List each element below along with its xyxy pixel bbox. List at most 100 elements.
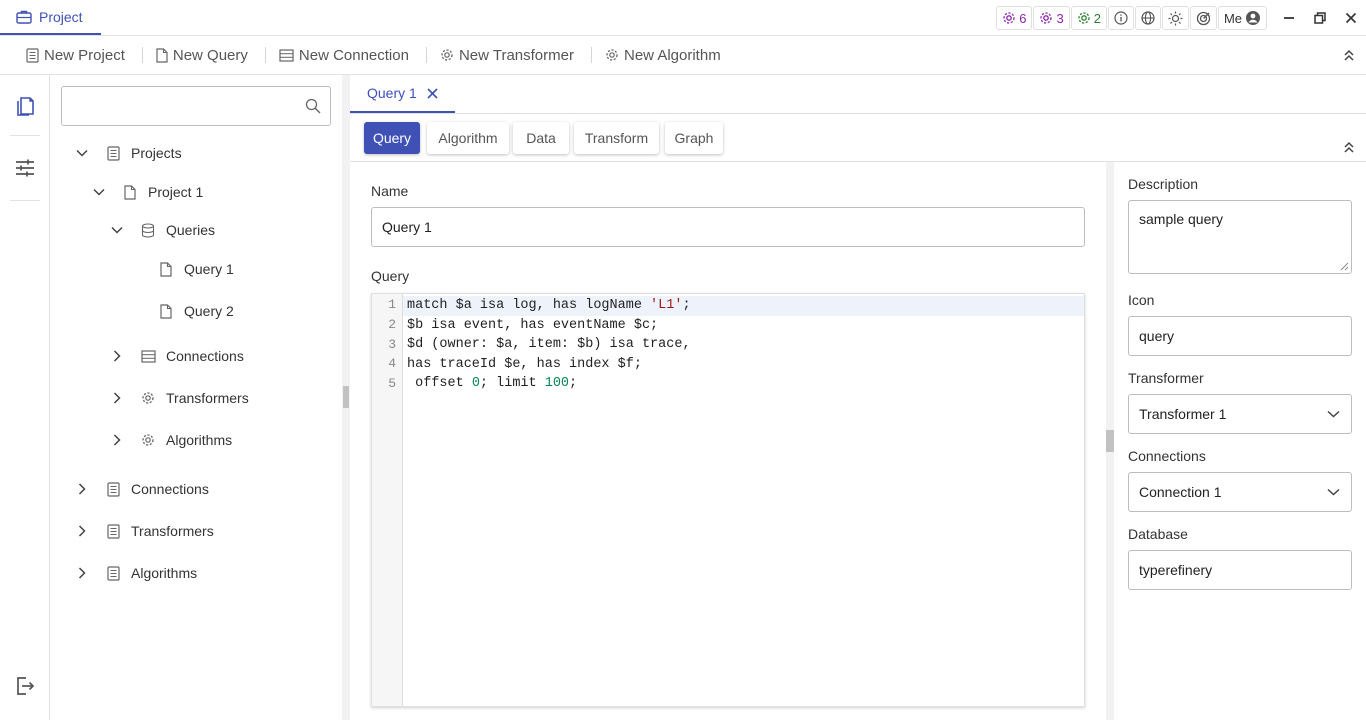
briefcase-icon bbox=[16, 10, 32, 24]
new-algorithm-button[interactable]: New Algorithm bbox=[601, 47, 729, 64]
name-field[interactable]: Query 1 bbox=[371, 207, 1085, 247]
database-field[interactable]: typerefinery bbox=[1128, 550, 1352, 590]
file-icon bbox=[158, 303, 174, 319]
collapse-toolbar-button[interactable] bbox=[1343, 48, 1355, 62]
minimize-button[interactable] bbox=[1273, 5, 1304, 31]
subtab-transform[interactable]: Transform bbox=[574, 122, 659, 154]
tree-item-queries[interactable]: Queries bbox=[106, 216, 215, 244]
status-chip-2[interactable]: 3 bbox=[1033, 6, 1070, 30]
subtab-algorithm[interactable]: Algorithm bbox=[427, 122, 509, 154]
tree-item-label: Algorithms bbox=[131, 565, 198, 581]
query-label: Query bbox=[371, 268, 410, 284]
tree-item-algorithms[interactable]: Algorithms bbox=[71, 559, 197, 587]
close-tab-icon[interactable] bbox=[427, 87, 438, 99]
tree-splitter[interactable] bbox=[342, 75, 350, 720]
tree-item-label: Transformers bbox=[131, 523, 214, 539]
resize-handle-icon[interactable] bbox=[1340, 262, 1349, 271]
language-button[interactable] bbox=[1134, 6, 1161, 30]
document-list-icon bbox=[105, 481, 121, 497]
chevron-right-icon[interactable] bbox=[71, 520, 93, 542]
search-icon[interactable] bbox=[305, 98, 321, 114]
new-transformer-button[interactable]: New Transformer bbox=[436, 47, 582, 64]
gear-icon bbox=[1002, 11, 1016, 25]
name-label: Name bbox=[371, 183, 409, 199]
tree-item-query-1[interactable]: Query 1 bbox=[158, 255, 234, 283]
tree-item-label: Connections bbox=[166, 348, 244, 364]
new-query-button[interactable]: New Query bbox=[152, 47, 256, 64]
status-chip-1[interactable]: 6 bbox=[996, 6, 1033, 30]
settings-button[interactable] bbox=[12, 155, 38, 181]
theme-button[interactable] bbox=[1161, 6, 1189, 30]
restore-button[interactable] bbox=[1304, 5, 1335, 31]
splitter-grip[interactable] bbox=[1106, 430, 1114, 452]
chevron-down-icon[interactable] bbox=[71, 142, 93, 164]
logout-button[interactable] bbox=[12, 673, 38, 699]
close-window-button[interactable] bbox=[1335, 5, 1366, 31]
code-line[interactable]: $d (owner: $a, item: $b) isa trace, bbox=[403, 335, 1084, 355]
icon-field[interactable]: query bbox=[1128, 316, 1352, 356]
tree-item-project-1[interactable]: Project 1 bbox=[88, 178, 203, 206]
gear-icon bbox=[140, 390, 156, 406]
document-list-icon bbox=[105, 565, 121, 581]
tree-item-connections[interactable]: Connections bbox=[71, 475, 209, 503]
new-project-button[interactable]: New Project bbox=[22, 47, 133, 64]
transformer-select[interactable]: Transformer 1 bbox=[1128, 394, 1352, 434]
user-menu-button[interactable]: Me bbox=[1217, 6, 1267, 30]
explorer-button[interactable] bbox=[12, 92, 38, 118]
new-connection-label: New Connection bbox=[298, 46, 409, 64]
subtab-label: Algorithm bbox=[438, 130, 498, 146]
tree-item-project-algorithms[interactable]: Algorithms bbox=[106, 426, 232, 454]
tree-item-projects[interactable]: Projects bbox=[71, 139, 182, 167]
status-chip-3[interactable]: 2 bbox=[1070, 6, 1107, 30]
gear-icon bbox=[605, 48, 619, 62]
gear-icon bbox=[1077, 11, 1091, 25]
toolbar-divider bbox=[425, 47, 427, 63]
chevron-right-icon[interactable] bbox=[71, 562, 93, 584]
tree-item-query-2[interactable]: Query 2 bbox=[158, 297, 234, 325]
chevron-down-icon[interactable] bbox=[106, 219, 128, 241]
code-string: 'L1' bbox=[650, 298, 683, 313]
connections-select[interactable]: Connection 1 bbox=[1128, 472, 1352, 512]
subtab-query[interactable]: Query bbox=[364, 122, 420, 154]
info-button[interactable] bbox=[1107, 6, 1134, 30]
subtab-graph[interactable]: Graph bbox=[665, 122, 723, 154]
tree-item-project-connections[interactable]: Connections bbox=[106, 342, 244, 370]
target-icon bbox=[1196, 11, 1211, 26]
code-editor[interactable]: 1 2 3 4 5 match $a isa log, has logName … bbox=[371, 293, 1085, 707]
file-icon bbox=[158, 261, 174, 277]
status-group: 6 3 2 Me bbox=[996, 5, 1366, 31]
code-line[interactable]: offset 0; limit 100; bbox=[403, 374, 1084, 394]
toolbar-divider bbox=[590, 47, 592, 63]
code-line[interactable]: match $a isa log, has logName 'L1'; bbox=[403, 296, 1084, 316]
code-line[interactable]: $b isa event, has eventName $c; bbox=[403, 316, 1084, 336]
focus-button[interactable] bbox=[1189, 6, 1217, 30]
chevron-down-icon[interactable] bbox=[88, 181, 110, 203]
description-field[interactable]: sample query bbox=[1128, 200, 1352, 274]
app-tab-project[interactable]: Project bbox=[0, 0, 101, 35]
collapse-subtabs-button[interactable] bbox=[1343, 140, 1355, 154]
server-icon bbox=[279, 48, 294, 62]
tree-item-project-transformers[interactable]: Transformers bbox=[106, 384, 249, 412]
chevron-right-icon[interactable] bbox=[106, 345, 128, 367]
tree-item-transformers[interactable]: Transformers bbox=[71, 517, 214, 545]
restore-icon bbox=[1313, 12, 1326, 24]
transformer-value: Transformer 1 bbox=[1139, 406, 1227, 422]
tab-label: Query 1 bbox=[367, 85, 417, 101]
splitter-grip[interactable] bbox=[343, 386, 349, 408]
sun-icon bbox=[1168, 11, 1183, 26]
chevron-right-icon[interactable] bbox=[106, 387, 128, 409]
chevron-right-icon[interactable] bbox=[71, 478, 93, 500]
subtab-data[interactable]: Data bbox=[513, 122, 569, 154]
properties-splitter[interactable] bbox=[1106, 162, 1114, 720]
subtab-label: Query bbox=[372, 130, 412, 146]
new-connection-button[interactable]: New Connection bbox=[275, 47, 417, 64]
minimize-icon bbox=[1283, 12, 1295, 24]
code-line[interactable]: has traceId $e, has index $f; bbox=[403, 355, 1084, 375]
status-count: 6 bbox=[1019, 10, 1027, 26]
rail-divider bbox=[10, 200, 40, 201]
search-input[interactable] bbox=[72, 87, 302, 125]
chevron-right-icon[interactable] bbox=[106, 429, 128, 451]
tab-query-1[interactable]: Query 1 bbox=[350, 75, 455, 113]
document-list-icon bbox=[105, 523, 121, 539]
subtab-label: Transform bbox=[584, 130, 649, 146]
